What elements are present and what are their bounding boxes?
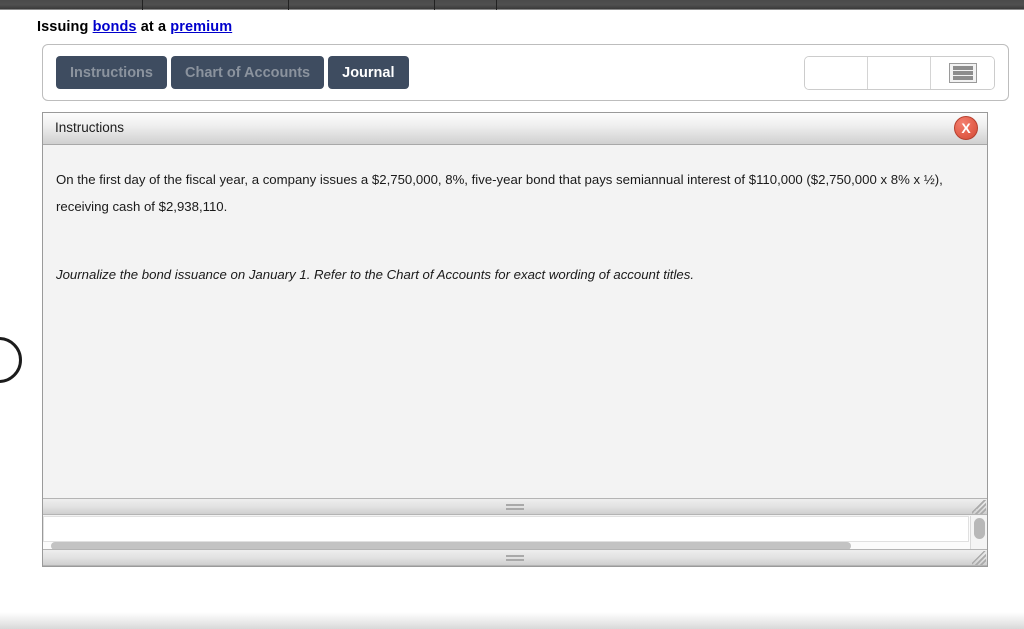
instructions-window-header: Instructions X	[43, 113, 987, 145]
tab-divider-2	[288, 0, 289, 10]
vertical-scrollbar-thumb[interactable]	[974, 518, 985, 539]
toolbar-cell-3[interactable]	[931, 57, 994, 89]
tab-journal-label: Journal	[342, 64, 395, 81]
tab-instructions-label: Instructions	[70, 64, 153, 81]
close-icon[interactable]: X	[954, 116, 978, 140]
hamburger-menu-icon	[948, 63, 977, 83]
tab-chart-of-accounts[interactable]: Chart of Accounts	[170, 56, 325, 89]
instructions-window-body: On the first day of the fiscal year, a c…	[43, 146, 987, 498]
page-title-middle: at a	[136, 19, 171, 35]
toolbar-cell-group	[804, 56, 995, 90]
bonds-link[interactable]: bonds	[93, 19, 137, 35]
panel-resize-bar-bottom[interactable]	[43, 549, 987, 566]
tab-instructions[interactable]: Instructions	[56, 56, 167, 89]
tab-bar-panel: Instructions Chart of Accounts Journal	[42, 44, 1009, 101]
tab-list: Instructions Chart of Accounts Journal	[56, 56, 409, 89]
left-edge-circle-badge	[0, 337, 22, 383]
vertical-scrollbar-track[interactable]	[970, 516, 987, 549]
instructions-window: Instructions X On the first day of the f…	[42, 112, 988, 567]
instructions-paragraph-1: On the first day of the fiscal year, a c…	[56, 172, 943, 214]
instructions-window-title: Instructions	[55, 120, 125, 135]
page-title: Issuing bonds at a premium	[37, 19, 232, 35]
resize-handle-icon-bottom[interactable]	[972, 551, 986, 565]
resize-handle-icon-top[interactable]	[972, 500, 986, 514]
bottom-edge-shadow	[0, 612, 1024, 629]
tab-chart-of-accounts-label: Chart of Accounts	[184, 64, 311, 81]
tab-divider-3	[434, 0, 435, 10]
premium-link[interactable]: premium	[170, 19, 232, 35]
drag-grip-icon-top	[506, 504, 524, 510]
drag-grip-icon-bottom	[506, 555, 524, 561]
tab-divider-4	[496, 0, 497, 10]
page-title-prefix: Issuing	[37, 19, 93, 35]
instructions-paragraph-2: Journalize the bond issuance on January …	[56, 267, 694, 282]
tab-journal[interactable]: Journal	[328, 56, 409, 89]
toolbar-cell-1[interactable]	[805, 57, 868, 89]
browser-tab-strip	[0, 0, 1024, 10]
journal-scroll-strip	[43, 516, 987, 550]
panel-resize-bar-top[interactable]	[43, 498, 987, 515]
tab-divider-1	[142, 0, 143, 10]
journal-input-well[interactable]	[43, 516, 969, 542]
toolbar-cell-2[interactable]	[868, 57, 931, 89]
